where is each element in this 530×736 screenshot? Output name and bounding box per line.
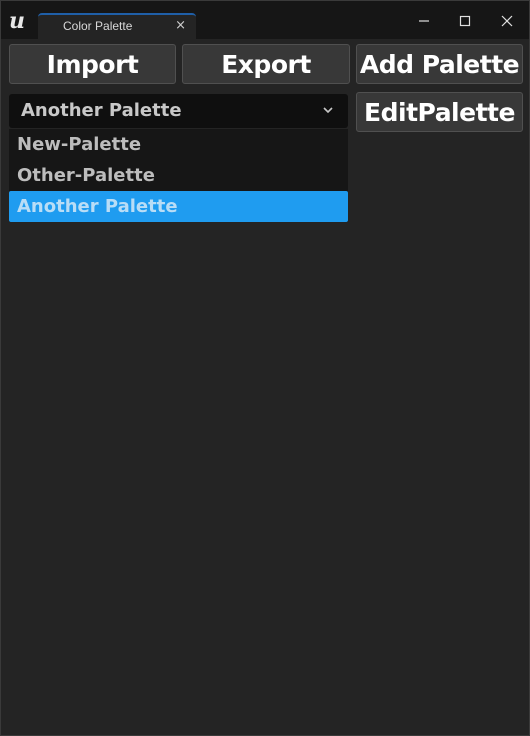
palette-select-value: Another Palette — [21, 100, 182, 121]
close-window-button[interactable] — [496, 11, 518, 31]
svg-text:u: u — [9, 8, 25, 33]
maximize-button[interactable] — [454, 11, 476, 31]
edit-palette-button[interactable]: EditPalette — [356, 92, 523, 132]
export-button[interactable]: Export — [182, 44, 350, 84]
palette-option-another[interactable]: Another Palette — [9, 191, 348, 222]
color-palette-window: u Color Palette × Import Export Add Pale… — [0, 0, 530, 736]
add-palette-button[interactable]: Add Palette — [356, 44, 523, 84]
minimize-button[interactable] — [413, 11, 435, 31]
palette-option-other[interactable]: Other-Palette — [9, 160, 348, 191]
import-button[interactable]: Import — [9, 44, 176, 84]
tab-close-icon[interactable]: × — [175, 18, 186, 33]
unreal-engine-logo-icon: u — [9, 8, 25, 33]
tab-title: Color Palette — [63, 19, 133, 33]
maximize-icon — [459, 15, 471, 27]
title-bar[interactable]: u Color Palette × — [1, 1, 529, 39]
palette-option-new[interactable]: New-Palette — [9, 129, 348, 160]
close-icon — [501, 15, 513, 27]
chevron-down-icon — [323, 107, 333, 114]
palette-select[interactable]: Another Palette — [9, 94, 348, 128]
palette-dropdown-list: New-Palette Other-Palette Another Palett… — [9, 129, 348, 222]
tab-color-palette[interactable]: Color Palette × — [38, 13, 196, 39]
minimize-icon — [419, 20, 429, 22]
